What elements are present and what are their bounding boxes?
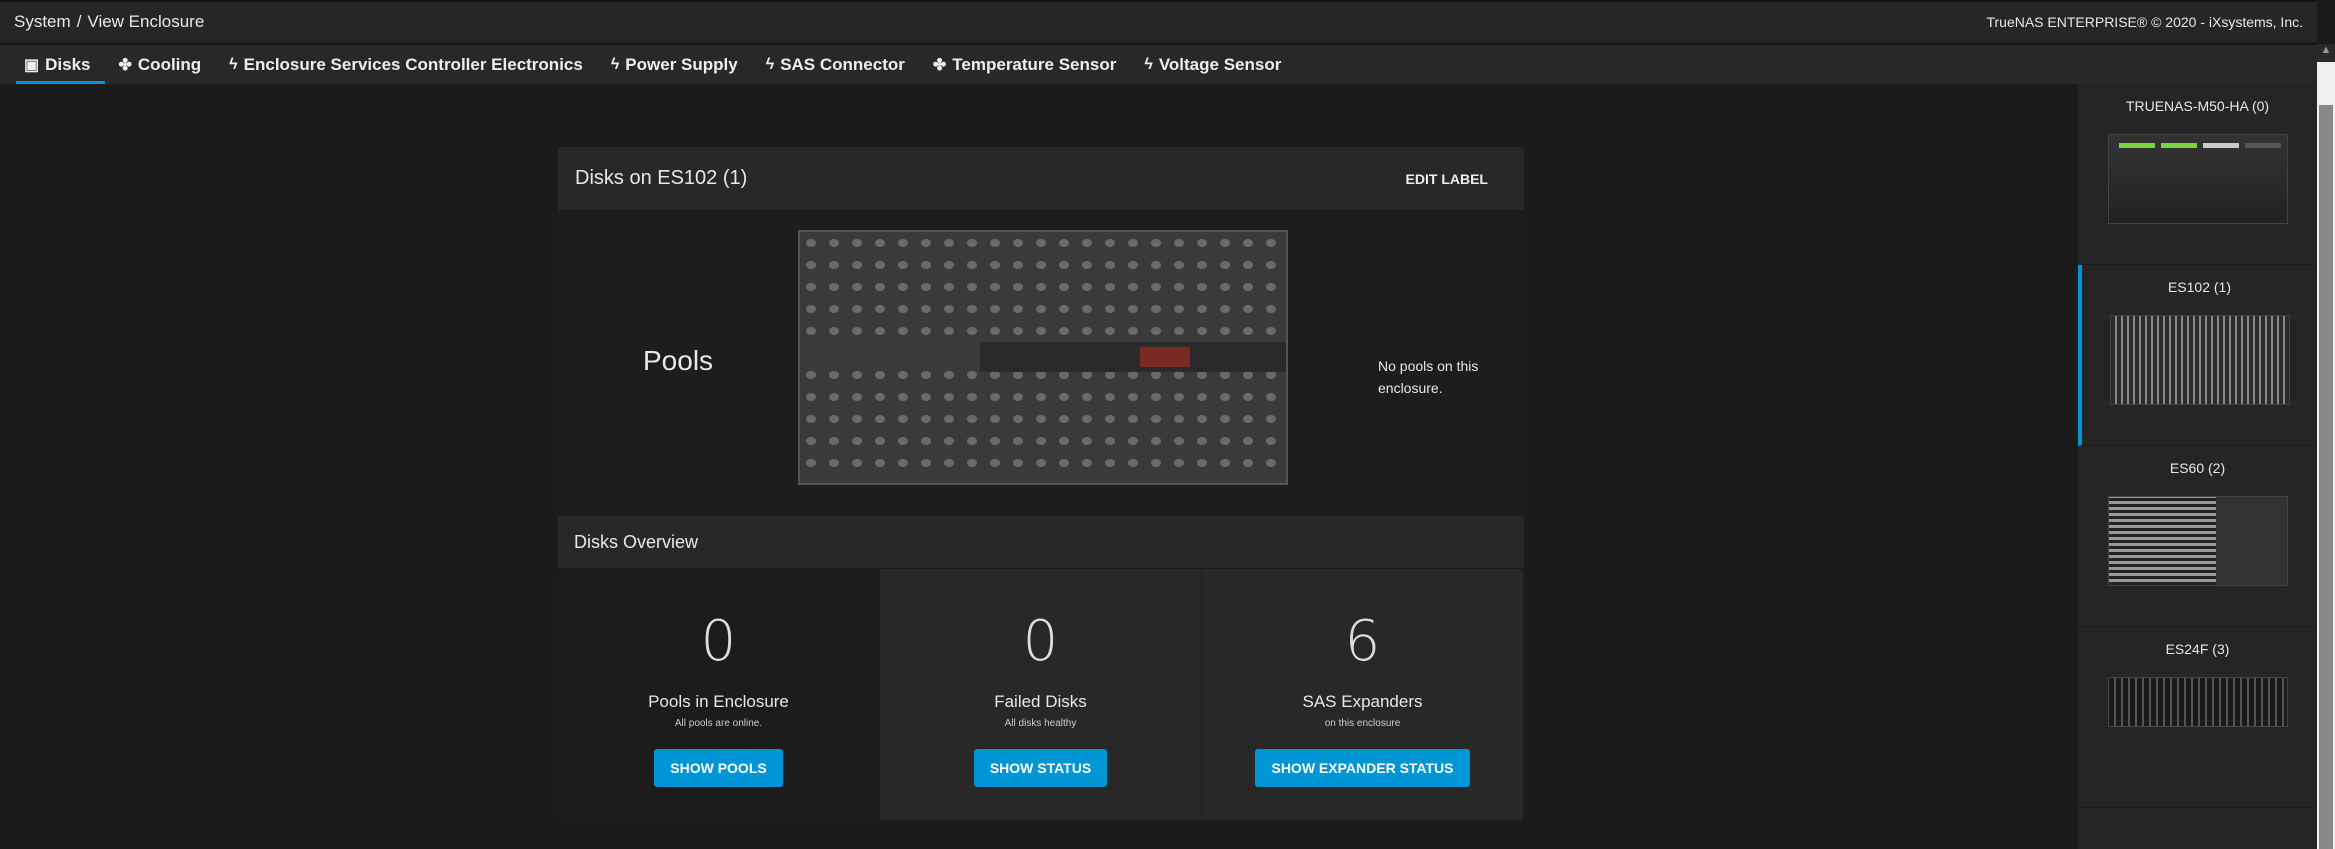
enclosure-visual: Pools No pools on this enclosure.: [558, 210, 1524, 516]
enclosure-card: Disks on ES102 (1) EDIT LABEL Pools No p…: [558, 147, 1524, 820]
sidebar-item-label: ES102 (1): [2167, 279, 2232, 295]
enclosure-thumbnail: [2107, 677, 2288, 727]
tab-bar: ▣ Disks ✤ Cooling ϟ Enclosure Services Cont…: [0, 44, 2317, 84]
sidebar-item-es60[interactable]: ES60 (2): [2078, 446, 2317, 627]
stat-sub: All disks healthy: [1004, 718, 1077, 729]
sidebar-item-label: ES60 (2): [2169, 460, 2226, 476]
enclosure-drawing: [804, 236, 1286, 479]
stat-sub: on this enclosure: [1324, 718, 1401, 729]
stat-sub: All pools are online.: [674, 718, 763, 729]
tab-cooling[interactable]: ✤ Cooling: [105, 45, 216, 84]
tab-temperature-sensor[interactable]: ✤ Temperature Sensor: [919, 45, 1130, 84]
stat-label: Failed Disks: [994, 692, 1087, 711]
enclosure-thumbnail: [2107, 496, 2288, 586]
sidebar-item-es102[interactable]: ES102 (1): [2078, 265, 2317, 446]
enclosure-thumbnail: [2107, 134, 2288, 224]
show-status-button[interactable]: SHOW STATUS: [973, 749, 1108, 787]
sidebar-item-m50[interactable]: TRUENAS-M50-HA (0): [2078, 84, 2317, 265]
sidebar-item-label: ES24F (3): [2165, 641, 2230, 657]
copyright: TrueNAS ENTERPRISE® © 2020 - iXsystems, …: [1986, 14, 2303, 30]
stat-label: SAS Expanders: [1302, 692, 1423, 711]
enclosure-thumbnail: [2109, 315, 2290, 405]
scroll-up-icon[interactable]: ▲: [2317, 44, 2335, 62]
breadcrumb-view-enclosure: View Enclosure: [87, 12, 205, 31]
show-pools-button[interactable]: SHOW POOLS: [654, 749, 783, 787]
stats-row: 0 Pools in Enclosure All pools are onlin…: [558, 569, 1524, 820]
breadcrumb: System / View Enclosure: [14, 12, 205, 31]
breadcrumb-system[interactable]: System: [14, 12, 71, 31]
sidebar-item-label: TRUENAS-M50-HA (0): [2125, 98, 2270, 114]
enclosure-sidebar: TRUENAS-M50-HA (0) ES102 (1) ES60 (2) ES…: [2078, 84, 2317, 849]
sidebar-item-es24f[interactable]: ES24F (3): [2078, 627, 2317, 808]
tab-sas-connector[interactable]: ϟ SAS Connector: [752, 45, 919, 84]
stat-value: 0: [1022, 609, 1059, 674]
no-pools-text: No pools on this enclosure.: [1378, 358, 1479, 396]
tab-power-supply[interactable]: ϟ Power Supply: [597, 45, 752, 84]
fan-icon: ✤: [932, 56, 947, 74]
disk-icon: ▣: [24, 56, 40, 74]
bolt-icon: ϟ: [765, 55, 775, 73]
tab-voltage-sensor[interactable]: ϟ Voltage Sensor: [1130, 45, 1295, 84]
scrollbar-thumb[interactable]: [2319, 105, 2333, 849]
show-expander-status-button[interactable]: SHOW EXPANDER STATUS: [1255, 749, 1470, 787]
tab-disks[interactable]: ▣ Disks: [10, 45, 105, 84]
stat-sas-expanders: 6 SAS Expanders on this enclosure SHOW E…: [1202, 569, 1524, 820]
top-bar: System / View Enclosure TrueNAS ENTERPRISE…: [0, 0, 2317, 42]
card-header: Disks on ES102 (1) EDIT LABEL: [558, 147, 1524, 210]
bolt-icon: ϟ: [229, 55, 238, 73]
card-title: Disks on ES102 (1): [575, 167, 748, 189]
tab-esce[interactable]: ϟ Enclosure Services Controller Electroni…: [215, 45, 597, 84]
bolt-icon: ϟ: [1144, 55, 1153, 73]
enclosure-image[interactable]: [798, 230, 1288, 485]
edit-label-button[interactable]: EDIT LABEL: [1386, 163, 1508, 195]
bolt-icon: ϟ: [610, 55, 620, 73]
fan-icon: ✤: [118, 56, 132, 74]
stat-pools: 0 Pools in Enclosure All pools are onlin…: [558, 569, 880, 820]
disks-overview-title: Disks Overview: [558, 516, 1524, 569]
stat-label: Pools in Enclosure: [648, 692, 789, 711]
stat-failed-disks: 0 Failed Disks All disks healthy SHOW ST…: [880, 569, 1202, 820]
pools-title: Pools: [643, 345, 714, 376]
stat-value: 6: [1344, 609, 1381, 674]
stat-value: 0: [700, 609, 737, 674]
